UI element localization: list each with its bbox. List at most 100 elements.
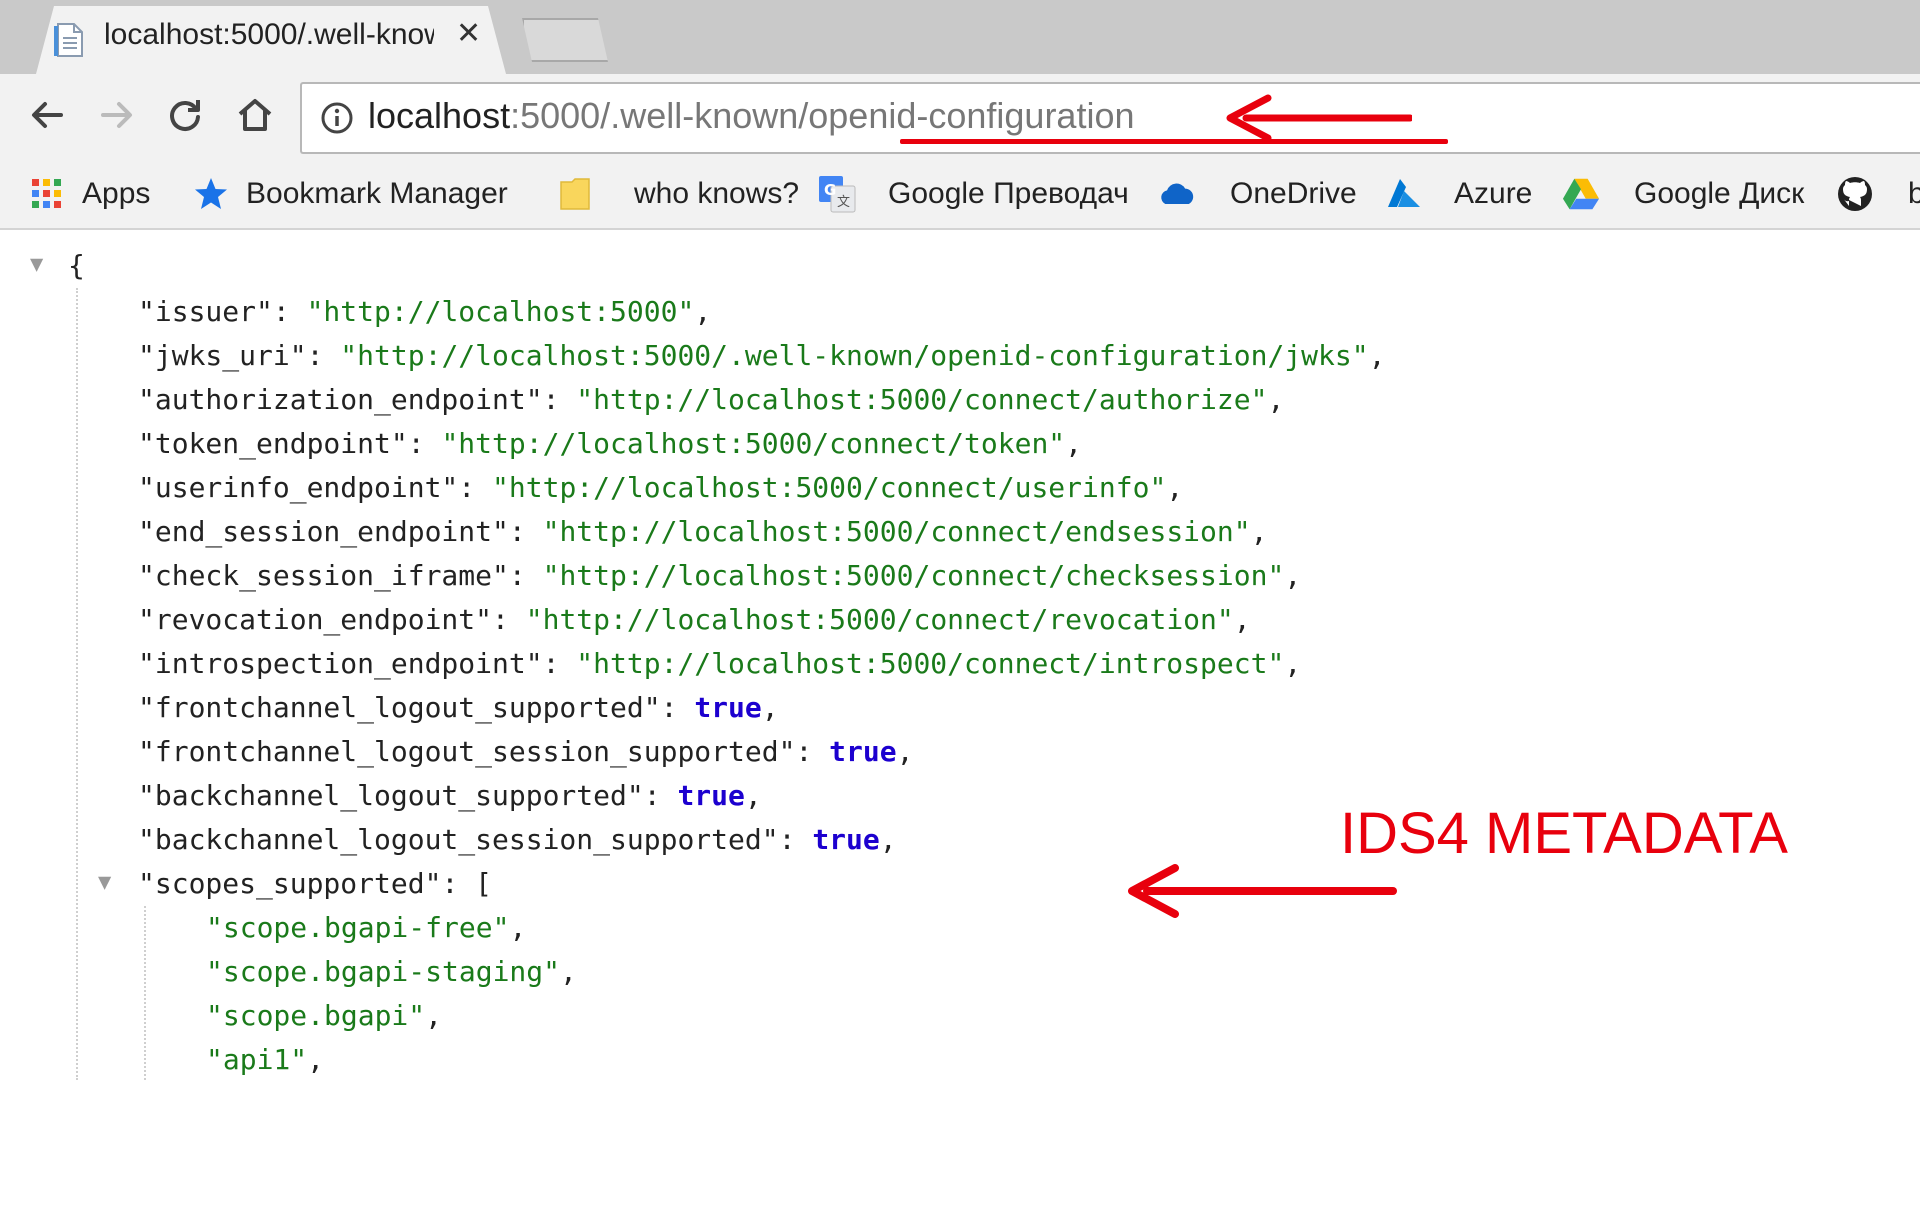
info-icon[interactable] — [320, 101, 354, 140]
json-line-end-session-endpoint: "end_session_endpoint": "http://localhos… — [138, 515, 1268, 548]
google-drive-icon — [1562, 175, 1600, 213]
json-key: "issuer" — [138, 295, 273, 328]
json-value: "http://localhost:5000/connect/token" — [441, 427, 1066, 460]
indent-guide — [76, 288, 78, 1080]
bookmark-apps[interactable]: Apps — [28, 174, 150, 214]
json-line-introspection-endpoint: "introspection_endpoint": "http://localh… — [138, 647, 1302, 680]
annotation-arrow-url — [1226, 94, 1414, 147]
json-line-check-session-iframe: "check_session_iframe": "http://localhos… — [138, 559, 1302, 592]
json-line-backchannel-logout-supported: "backchannel_logout_supported": true, — [138, 779, 762, 812]
bookmark-label: b — [1908, 177, 1920, 210]
bookmark-azure[interactable]: Azure — [1384, 174, 1532, 214]
apps-grid-icon — [28, 175, 66, 213]
indent-guide — [144, 906, 146, 1080]
json-line-scopes-supported: "scopes_supported": [ — [138, 867, 493, 900]
json-key: "jwks_uri" — [138, 339, 307, 372]
bookmark-google-drive[interactable]: Google Диск — [1562, 174, 1804, 214]
json-key: "userinfo_endpoint" — [138, 471, 459, 504]
bookmark-who-knows[interactable]: who knows? — [556, 174, 799, 214]
bookmark-bookmark-manager[interactable]: Bookmark Manager — [192, 174, 508, 214]
collapse-scopes-toggle-icon[interactable]: ▼ — [98, 870, 111, 895]
json-line-userinfo-endpoint: "userinfo_endpoint": "http://localhost:5… — [138, 471, 1184, 504]
forward-button[interactable] — [92, 92, 142, 142]
bookmark-label: Apps — [82, 177, 151, 210]
json-value: "http://localhost:5000/connect/checksess… — [542, 559, 1285, 592]
json-line-backchannel-logout-session-supported: "backchannel_logout_session_supported": … — [138, 823, 897, 856]
json-line-revocation-endpoint: "revocation_endpoint": "http://localhost… — [138, 603, 1251, 636]
annotation-label: IDS4 METADATA — [1340, 801, 1788, 866]
forward-arrow-icon — [97, 95, 137, 140]
json-line-authorization-endpoint: "authorization_endpoint": "http://localh… — [138, 383, 1285, 416]
json-line-jwks-uri: "jwks_uri": "http://localhost:5000/.well… — [138, 339, 1386, 372]
json-line-token-endpoint: "token_endpoint": "http://localhost:5000… — [138, 427, 1083, 460]
bookmark-label: who knows? — [634, 177, 800, 210]
bookmark-label: Bookmark Manager — [246, 177, 508, 210]
json-line-frontchannel-logout-session-supported: "frontchannel_logout_session_supported":… — [138, 735, 914, 768]
url-port: :5000/ — [510, 95, 611, 136]
reload-button[interactable] — [160, 92, 210, 142]
json-key: "backchannel_logout_session_supported" — [138, 823, 779, 856]
back-button[interactable] — [22, 92, 72, 142]
azure-icon — [1384, 175, 1422, 213]
bookmark-github[interactable]: b — [1836, 174, 1920, 214]
browser-toolbar: localhost:5000/.well-known/openid-config… — [0, 74, 1920, 162]
scope-value: "scope.bgapi-free" — [206, 911, 510, 944]
star-icon — [192, 175, 230, 213]
json-line-frontchannel-logout-supported: "frontchannel_logout_supported": true, — [138, 691, 779, 724]
json-value: true — [694, 691, 762, 724]
bookmark-onedrive[interactable]: OneDrive — [1158, 174, 1357, 214]
json-key: "end_session_endpoint" — [138, 515, 509, 548]
json-array-item: "scope.bgapi-free", — [206, 911, 527, 944]
json-value: "http://localhost:5000/connect/userinfo" — [492, 471, 1167, 504]
tab-title: localhost:5000/.well-know — [104, 18, 434, 51]
home-icon — [235, 95, 275, 140]
json-open-brace: { — [68, 249, 85, 282]
json-key: "check_session_iframe" — [138, 559, 509, 592]
scope-value: "scope.bgapi" — [206, 999, 426, 1032]
bookmarks-bar: Apps Bookmark Manager who knows? G文 Goog… — [0, 162, 1920, 230]
address-url: localhost:5000/.well-known/openid-config… — [368, 95, 1135, 137]
json-value: "http://localhost:5000" — [306, 295, 695, 328]
onedrive-cloud-icon — [1158, 175, 1196, 213]
collapse-root-toggle-icon[interactable]: ▼ — [30, 252, 43, 277]
scope-value: "api1" — [206, 1043, 308, 1076]
json-value: "http://localhost:5000/connect/authorize… — [576, 383, 1268, 416]
home-button[interactable] — [230, 92, 280, 142]
json-open-bracket: [ — [475, 867, 493, 900]
address-bar[interactable]: localhost:5000/.well-known/openid-config… — [300, 82, 1920, 154]
document-icon — [52, 22, 86, 58]
folder-icon — [556, 175, 594, 213]
tab-strip: localhost:5000/.well-know ✕ — [0, 0, 1920, 74]
json-array-item: "api1", — [206, 1043, 325, 1076]
back-arrow-icon — [27, 95, 67, 140]
url-host: localhost — [368, 95, 511, 136]
json-key: "revocation_endpoint" — [138, 603, 493, 636]
json-value: true — [829, 735, 897, 768]
google-translate-icon: G文 — [818, 175, 856, 213]
bookmark-label: Google Преводач — [888, 177, 1129, 210]
json-key: "frontchannel_logout_session_supported" — [138, 735, 796, 768]
svg-text:G: G — [824, 181, 836, 199]
json-viewer: ▼ { "issuer": "http://localhost:5000", "… — [0, 230, 1920, 1080]
close-tab-icon[interactable]: ✕ — [456, 16, 481, 51]
json-key: "authorization_endpoint" — [138, 383, 543, 416]
json-key: "token_endpoint" — [138, 427, 408, 460]
new-tab-button[interactable] — [522, 18, 608, 62]
json-array-item: "scope.bgapi", — [206, 999, 443, 1032]
url-path: .well-known/openid-configuration — [610, 95, 1135, 136]
json-value: true — [677, 779, 745, 812]
bookmark-google-translate[interactable]: G文 Google Преводач — [818, 174, 1129, 214]
bookmark-label: OneDrive — [1230, 177, 1357, 210]
json-key: "frontchannel_logout_supported" — [138, 691, 661, 724]
github-icon — [1836, 175, 1874, 213]
bookmark-label: Azure — [1454, 177, 1533, 210]
json-array-item: "scope.bgapi-staging", — [206, 955, 577, 988]
json-value: true — [812, 823, 880, 856]
json-value: "http://localhost:5000/connect/introspec… — [576, 647, 1285, 680]
svg-text:文: 文 — [837, 195, 850, 210]
json-value: "http://localhost:5000/connect/revocatio… — [525, 603, 1234, 636]
json-key: "backchannel_logout_supported" — [138, 779, 644, 812]
bookmark-label: Google Диск — [1634, 177, 1805, 210]
json-key: "scopes_supported" — [138, 867, 442, 900]
json-key: "introspection_endpoint" — [138, 647, 543, 680]
